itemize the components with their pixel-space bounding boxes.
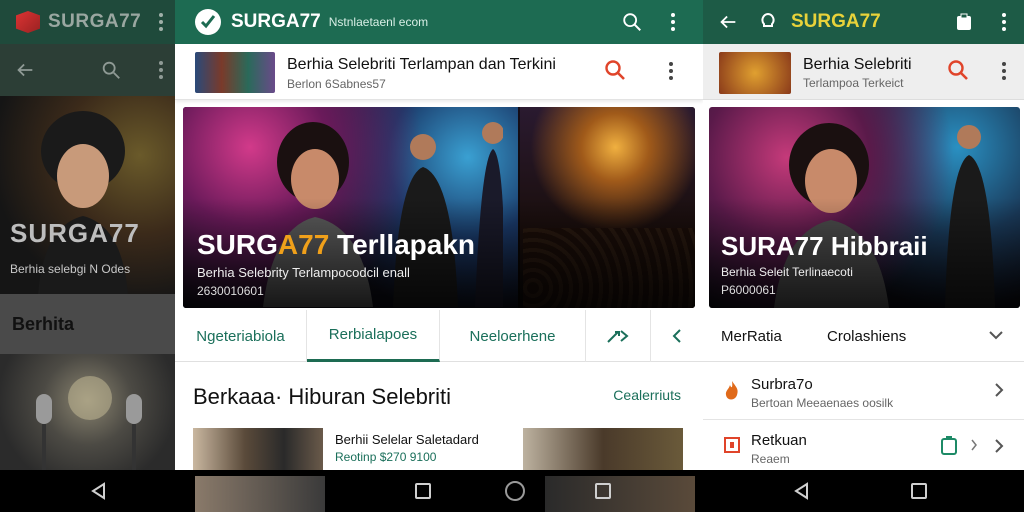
- edit-share-icon[interactable]: [585, 310, 651, 362]
- brand-logo-icon: [16, 11, 40, 33]
- nav-home-icon[interactable]: [415, 483, 431, 499]
- menu-dots-icon[interactable]: [669, 62, 673, 80]
- hero-date: P6000061: [721, 283, 776, 297]
- nav-home-icon-2[interactable]: [595, 483, 611, 499]
- article-subtitle: Terlampoa Terkeict: [803, 76, 904, 90]
- hero-title-part-b: A77: [277, 229, 330, 260]
- menu-dots-icon[interactable]: [671, 13, 675, 31]
- mid-hero-banner[interactable]: SURGA77 Terllapakn Berhia Selebrity Terl…: [183, 107, 695, 308]
- right-app-bar: SURGA77: [703, 0, 1024, 44]
- search-icon[interactable]: [603, 58, 627, 82]
- nav-home-icon[interactable]: [911, 483, 927, 499]
- left-screen: SURGA77 SURGA77 Berhia selebgi N Odes Be…: [0, 0, 175, 512]
- square-icon: [723, 436, 741, 459]
- left-app-bar: SURGA77: [0, 0, 175, 44]
- back-arrow-icon[interactable]: [14, 59, 36, 81]
- hero-title-part-c: Terllapakn: [329, 229, 476, 260]
- tab-merratia[interactable]: MerRatia: [721, 328, 782, 345]
- search-icon[interactable]: [621, 11, 643, 33]
- nav-recents-icon[interactable]: [505, 481, 525, 501]
- mid-app-bar: SURGA77 Nstnlaetaenl ecom: [175, 0, 703, 44]
- left-sub-bar: [0, 44, 175, 96]
- menu-dots-icon[interactable]: [1002, 13, 1006, 31]
- fire-icon: [723, 380, 741, 407]
- list-item-subtitle: Bertoan Meeaenaes oosilk: [751, 396, 894, 410]
- chevron-right-icon[interactable]: [994, 382, 1004, 403]
- left-brand: SURGA77: [48, 11, 142, 32]
- menu-dots-icon[interactable]: [159, 61, 163, 79]
- nav-back-icon[interactable]: [90, 482, 108, 500]
- external-icon[interactable]: [940, 436, 958, 461]
- left-section-header: Berhita: [0, 294, 175, 354]
- search-icon[interactable]: [100, 59, 122, 81]
- mid-article-header: Berhia Selebriti Terlampan dan Terkini B…: [175, 44, 703, 100]
- news-card-image[interactable]: [193, 428, 323, 474]
- list-item[interactable]: Surbra7o Bertoan Meeaenaes oosilk: [703, 364, 1024, 420]
- tab-ngeteriabiola[interactable]: Ngeteriabiola: [175, 310, 307, 362]
- section-see-all-link[interactable]: Cealerriuts: [613, 387, 681, 403]
- tab-neeloerhene[interactable]: Neeloerhene: [440, 310, 585, 362]
- hero-date: 2630010601: [197, 284, 264, 298]
- news-card-title[interactable]: Berhii Selelar Saletadard: [335, 432, 479, 447]
- chevron-left-icon[interactable]: [651, 310, 703, 362]
- hero-subtitle: Berhia Seleit Terlinaecoti: [721, 265, 853, 279]
- search-icon[interactable]: [946, 58, 970, 82]
- section-title: Berkaaa· Hiburan Selebriti: [193, 384, 452, 409]
- mid-brand: SURGA77: [231, 11, 321, 32]
- right-hero-banner[interactable]: SURA77 Hibbraii Berhia Seleit Terlinaeco…: [709, 107, 1020, 308]
- menu-dots-icon[interactable]: [1002, 62, 1006, 80]
- list-item-subtitle: Reaem: [751, 452, 790, 466]
- list-item-title: Retkuan: [751, 432, 807, 449]
- left-nav-bar: [0, 470, 175, 512]
- news-card-meta: Reotinp $270 9100: [335, 450, 437, 464]
- right-tab-bar: MerRatia Crolashiens: [703, 312, 1024, 362]
- recent-thumbnail: [195, 476, 325, 512]
- mid-nav-bar: [175, 470, 703, 512]
- tab-rerbialapoes[interactable]: Rerbialapoes: [307, 310, 440, 362]
- left-hero-banner[interactable]: SURGA77 Berhia selebgi N Odes: [0, 96, 175, 294]
- lightbulb-icon[interactable]: [759, 12, 777, 32]
- article-title: Berhia Selebriti Terlampan dan Terkini: [287, 56, 556, 73]
- chevron-right-icon[interactable]: [994, 438, 1004, 459]
- right-screen: SURGA77 Berhia Selebriti Terlampoa Terke…: [703, 0, 1024, 512]
- right-brand: SURGA77: [791, 11, 881, 32]
- list-item[interactable]: Retkuan Reaem: [703, 420, 1024, 476]
- right-article-header: Berhia Selebriti Terlampoa Terkeict: [703, 44, 1024, 100]
- middle-screen: SURGA77 Nstnlaetaenl ecom Berhia Selebri…: [175, 0, 703, 512]
- nav-back-icon[interactable]: [793, 482, 811, 500]
- chevron-down-icon[interactable]: [988, 328, 1004, 346]
- article-thumbnail[interactable]: [719, 52, 791, 94]
- article-title: Berhia Selebriti: [803, 56, 912, 73]
- menu-dots-icon[interactable]: [159, 13, 163, 31]
- brand-logo-icon: [195, 9, 221, 35]
- hero-title: SURA77 Hibbraii: [721, 231, 928, 261]
- back-arrow-icon[interactable]: [717, 11, 739, 33]
- hero-title-part-a: SURG: [197, 229, 278, 260]
- mid-tagline: Nstnlaetaenl ecom: [328, 15, 429, 29]
- left-section-title: Berhita: [12, 314, 75, 334]
- left-hero-subtitle: Berhia selebgi N Odes: [10, 262, 131, 276]
- left-mic-image[interactable]: [0, 354, 175, 470]
- article-subtitle: Berlon 6Sabnes57: [287, 77, 386, 91]
- hero-title: SURGA77 Terllapakn: [197, 229, 475, 261]
- chevron-right-icon[interactable]: [970, 438, 978, 457]
- news-card-image-2[interactable]: [523, 428, 683, 474]
- left-hero-title: SURGA77: [10, 218, 140, 248]
- article-thumbnail[interactable]: [195, 52, 275, 93]
- tab-crolashiens[interactable]: Crolashiens: [827, 328, 906, 345]
- microphones-figure: [36, 376, 142, 470]
- right-nav-bar: [703, 470, 1024, 512]
- mid-tab-bar: Ngeteriabiola Rerbialapoes Neeloerhene: [175, 310, 703, 362]
- list-item-title: Surbra7o: [751, 376, 813, 393]
- recent-thumbnail-2: [545, 476, 695, 512]
- clipboard-icon[interactable]: [956, 13, 972, 31]
- hero-subtitle: Berhia Selebrity Terlampocodcil enall: [197, 265, 410, 280]
